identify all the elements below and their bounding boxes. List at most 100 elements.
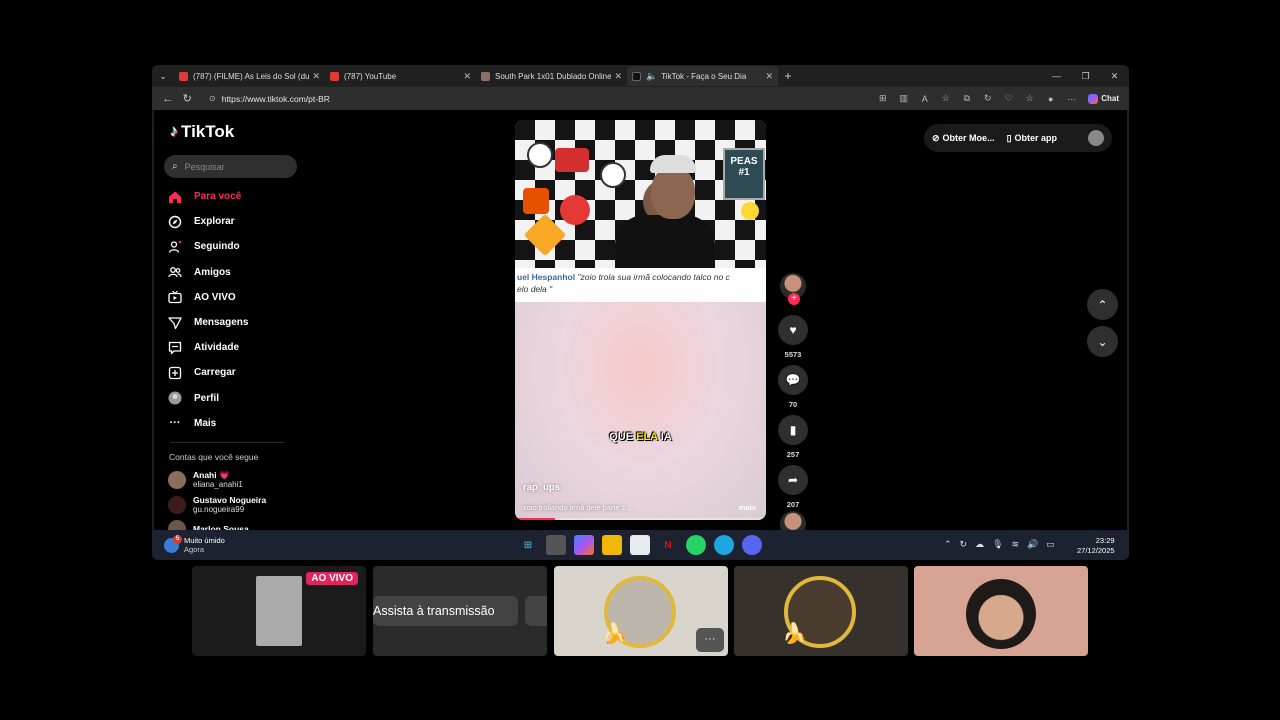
user-avatar[interactable] [1088, 130, 1104, 146]
edge-icon[interactable] [714, 535, 734, 555]
next-video-button[interactable]: ⌄ [1087, 326, 1118, 357]
like-action[interactable]: ♥ 5573 [778, 315, 808, 359]
bookmark-icon[interactable]: ▮ [778, 415, 808, 445]
video-author[interactable]: rap_ups [523, 482, 560, 493]
participant-tile[interactable] [914, 566, 1088, 656]
phone-icon: ▯ [1006, 132, 1012, 143]
sidebar-item-ao-vivo[interactable]: AO VIVO [168, 285, 308, 310]
profile-avatar-icon[interactable]: ● [1042, 94, 1059, 104]
netflix-icon[interactable]: N [658, 535, 678, 555]
sync-icon[interactable]: ↻ [960, 539, 968, 550]
volume-icon[interactable]: 🔊 [1027, 539, 1038, 550]
battery-icon[interactable]: ▭ [1046, 539, 1055, 550]
follow-plus-icon[interactable]: + [788, 293, 800, 305]
video-player[interactable]: PEAS #1 uel Hespanhol "zoio trola sua ir… [515, 120, 766, 520]
extensions-icon[interactable]: ⧉ [958, 93, 975, 104]
copilot-taskbar-icon[interactable] [574, 535, 594, 555]
following-account[interactable]: Anahi 💗 eliana_anahi1 [168, 471, 243, 489]
home-icon [168, 190, 182, 204]
close-tab-icon[interactable]: ✕ [614, 71, 622, 82]
get-app-button[interactable]: ▯ Obter app [1007, 133, 1057, 144]
avatar [168, 496, 186, 514]
tiktok-logo[interactable]: ♪ TikTok [170, 122, 234, 142]
settings-sync-icon[interactable]: ↻ [979, 93, 996, 104]
tab-tiktok[interactable]: 🔈 TikTok - Faça o Seu Dia ✕ [627, 66, 778, 86]
share-icon[interactable]: ➦ [778, 465, 808, 495]
tab-actions-icon[interactable]: ⌄ [152, 65, 174, 87]
sidebar-item-atividade[interactable]: Atividade [168, 335, 308, 360]
taskbar-clock[interactable]: 23:29 27/12/2025 [1077, 536, 1115, 556]
site-info-icon[interactable]: ⊙ [209, 94, 216, 103]
sidebar-nav: Para você Explorar Seguindo Amigos AO VI… [168, 184, 308, 436]
tab-south-park[interactable]: South Park 1x01 Dublado Online - ✕ [476, 66, 627, 86]
get-coins-button[interactable]: ⊘ Obter Moe... [932, 133, 995, 144]
tab-filme[interactable]: (787) (FILME) As Leis do Sol (dublado) ✕ [174, 66, 325, 86]
participant-tile[interactable]: 🍌 ··· [554, 566, 728, 656]
video-more-link[interactable]: mais [739, 503, 756, 512]
share-action[interactable]: ➦ 207 [778, 465, 808, 509]
tab-title: South Park 1x01 Dublado Online - [495, 71, 612, 81]
microphone-icon[interactable]: 🎙 [992, 539, 1003, 550]
whatsapp-icon[interactable] [686, 535, 706, 555]
upload-icon [168, 366, 182, 380]
watch-stream-icon[interactable] [525, 596, 547, 626]
comment-icon[interactable]: 💬 [778, 365, 808, 395]
favorites-icon[interactable]: ☆ [1021, 93, 1038, 104]
activity-icon [168, 341, 182, 355]
maximize-icon[interactable]: ❐ [1071, 71, 1100, 82]
tab-youtube[interactable]: (787) YouTube ✕ [325, 66, 476, 86]
heart-icon[interactable]: ♥ [778, 315, 808, 345]
windows-start-icon[interactable]: ⊞ [518, 535, 538, 555]
speaker-icon[interactable]: 🔈 [646, 71, 657, 82]
task-view-icon[interactable] [546, 535, 566, 555]
close-window-icon[interactable]: ✕ [1100, 71, 1129, 82]
sidebar-item-perfil[interactable]: Perfil [168, 386, 308, 411]
weather-icon: 5 [164, 534, 182, 553]
search-input[interactable]: ⌕ Pesquisar [164, 155, 297, 178]
close-tab-icon[interactable]: ✕ [765, 71, 773, 82]
address-bar[interactable]: ⊙ https://www.tiktok.com/pt-BR [201, 90, 874, 107]
watch-stream-button[interactable]: Assista à transmissão [373, 596, 518, 626]
comment-action[interactable]: 💬 70 [778, 365, 808, 409]
participant-tile-stream[interactable]: Assista à transmissão [373, 566, 547, 656]
close-tab-icon[interactable]: ✕ [312, 71, 320, 82]
participant-tile-live[interactable]: AO VIVO [192, 566, 366, 656]
file-explorer-icon[interactable] [602, 535, 622, 555]
video-frame-top: PEAS #1 [515, 120, 766, 268]
refresh-icon[interactable]: ↻ [178, 92, 198, 105]
browser-window: ⌄ (787) (FILME) As Leis do Sol (dublado)… [152, 65, 1129, 560]
discord-icon[interactable] [742, 535, 762, 555]
sidebar-item-mais[interactable]: ··· Mais [168, 411, 308, 436]
new-tab-button[interactable]: + [778, 69, 798, 83]
creator-avatar[interactable]: + [780, 273, 806, 305]
browser-essentials-icon[interactable]: ♡ [1000, 93, 1017, 104]
minimize-icon[interactable]: — [1042, 71, 1071, 82]
following-account[interactable]: Gustavo Nogueira gu.nogueira99 [168, 496, 266, 514]
copilot-chat-button[interactable]: Chat [1084, 93, 1123, 104]
split-screen-icon[interactable]: ▥ [895, 93, 912, 104]
participant-tile[interactable]: 🍌 [734, 566, 908, 656]
sidebar-item-explorar[interactable]: Explorar [168, 209, 308, 234]
sidebar-item-seguindo[interactable]: Seguindo [168, 234, 308, 259]
sidebar-item-para-voce[interactable]: Para você [168, 184, 308, 209]
chevron-up-icon: ⌃ [1097, 297, 1108, 312]
favorite-star-icon[interactable]: ☆ [937, 93, 954, 104]
more-options-button[interactable]: ··· [696, 628, 724, 652]
read-aloud-icon[interactable]: A [916, 94, 933, 104]
weather-widget[interactable]: 5 Muito úmido Agora [164, 534, 225, 554]
previous-video-button[interactable]: ⌃ [1087, 289, 1118, 320]
more-options-icon[interactable]: ··· [1063, 94, 1080, 104]
sidebar-item-carregar[interactable]: Carregar [168, 360, 308, 385]
sidebar-item-mensagens[interactable]: Mensagens [168, 310, 308, 335]
store-icon[interactable] [630, 535, 650, 555]
sidebar-item-amigos[interactable]: Amigos [168, 260, 308, 285]
cloud-icon[interactable]: ☁ [975, 539, 984, 550]
wifi-icon[interactable]: ≋ [1012, 539, 1020, 550]
back-icon[interactable]: ← [158, 93, 178, 105]
close-tab-icon[interactable]: ✕ [463, 71, 471, 82]
save-action[interactable]: ▮ 257 [778, 415, 808, 459]
app-available-icon[interactable]: ⊞ [874, 93, 891, 104]
video-progress-bar[interactable] [515, 518, 766, 520]
coin-icon: ⊘ [932, 132, 940, 143]
tray-chevron-icon[interactable]: ⌃ [944, 539, 952, 550]
